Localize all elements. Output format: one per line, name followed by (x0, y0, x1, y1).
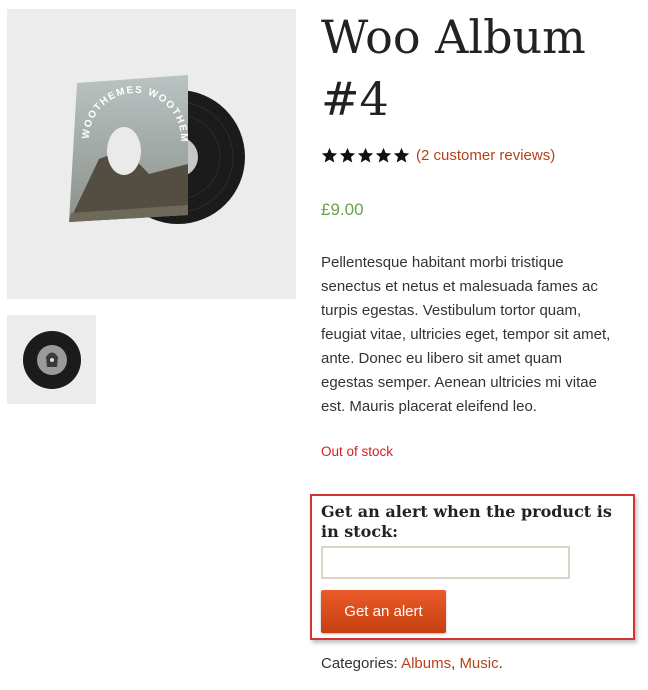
product-categories: Categories: Albums, Music. (321, 655, 503, 672)
star-rating (321, 147, 411, 164)
category-link-albums[interactable]: Albums (401, 655, 451, 672)
star-icon (357, 147, 374, 164)
category-link-music[interactable]: Music (459, 655, 498, 672)
customer-reviews-link[interactable]: (2 customer reviews) (416, 147, 555, 164)
product-price: £9.00 (321, 200, 364, 219)
star-icon (393, 147, 410, 164)
product-rating: (2 customer reviews) (321, 143, 555, 167)
categories-label: Categories: (321, 655, 398, 672)
product-title: Woo Album #4 (321, 10, 586, 126)
stock-status: Out of stock (321, 444, 394, 459)
stock-alert-email-input[interactable] (321, 546, 570, 579)
stock-alert-form: Get an alert when the product is in stoc… (310, 494, 635, 640)
get-alert-button[interactable]: Get an alert (321, 590, 446, 633)
vinyl-thumbnail-image (23, 331, 81, 389)
product-description: Pellentesque habitant morbi tristique se… (321, 254, 611, 415)
product-thumbnail[interactable] (7, 315, 96, 404)
stock-alert-heading: Get an alert when the product is in stoc… (321, 502, 612, 541)
product-main-image[interactable]: WOOTHEMES WOOTHEMES (7, 9, 296, 299)
star-icon (375, 147, 392, 164)
star-icon (339, 147, 356, 164)
categories-end: . (498, 655, 503, 672)
category-separator: , (451, 655, 456, 672)
album-cover-image: WOOTHEMES WOOTHEMES (7, 9, 245, 224)
star-icon (321, 147, 338, 164)
